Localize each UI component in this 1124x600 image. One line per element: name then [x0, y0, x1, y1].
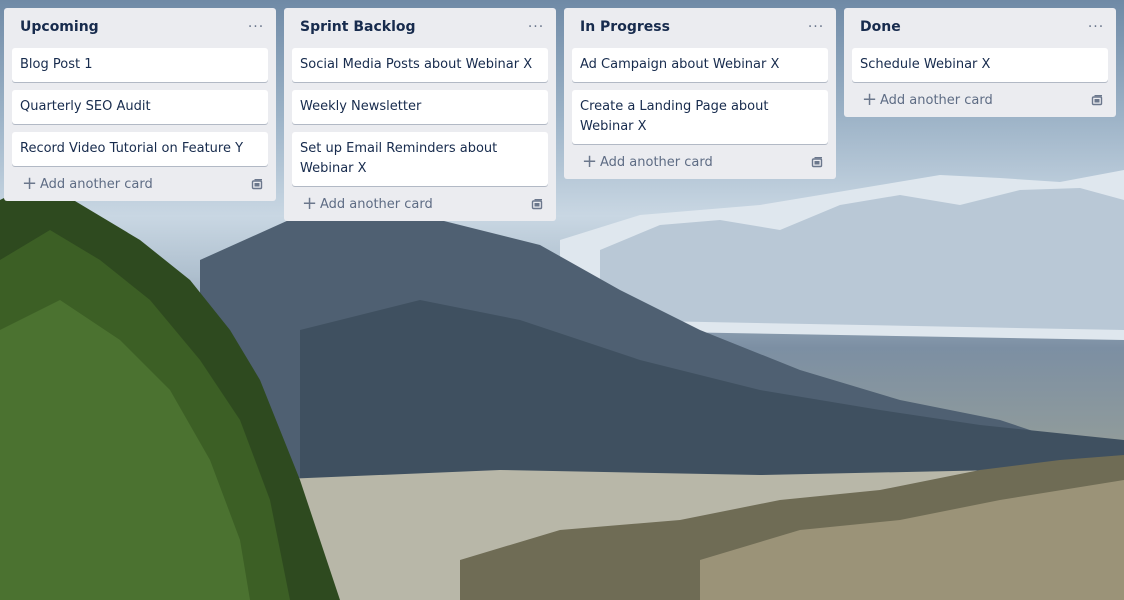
list-title[interactable]: Upcoming — [20, 19, 99, 35]
add-card-label: Add another card — [600, 154, 713, 170]
add-card-row: + Add another card — [4, 171, 276, 197]
list-header: Sprint Backlog ··· — [284, 8, 556, 46]
more-horizontal-icon[interactable]: ··· — [806, 19, 826, 35]
add-card-button[interactable]: + Add another card — [862, 91, 993, 109]
plus-icon: + — [302, 193, 318, 214]
board-lists: Upcoming ··· Blog Post 1 Quarterly SEO A… — [4, 8, 1116, 221]
add-card-button[interactable]: + Add another card — [302, 195, 433, 213]
add-card-label: Add another card — [880, 92, 993, 108]
card[interactable]: Ad Campaign about Webinar X — [572, 48, 828, 82]
card-template-icon[interactable] — [1090, 93, 1104, 107]
card-list: Social Media Posts about Webinar X Weekl… — [284, 46, 556, 186]
list-sprint-backlog: Sprint Backlog ··· Social Media Posts ab… — [284, 8, 556, 221]
add-card-row: + Add another card — [844, 87, 1116, 113]
card-list: Schedule Webinar X — [844, 46, 1116, 82]
card[interactable]: Weekly Newsletter — [292, 90, 548, 124]
list-title[interactable]: In Progress — [580, 19, 670, 35]
card-list: Blog Post 1 Quarterly SEO Audit Record V… — [4, 46, 276, 166]
card[interactable]: Record Video Tutorial on Feature Y — [12, 132, 268, 166]
card[interactable]: Schedule Webinar X — [852, 48, 1108, 82]
plus-icon: + — [862, 89, 878, 110]
list-header: Done ··· — [844, 8, 1116, 46]
list-header: Upcoming ··· — [4, 8, 276, 46]
add-card-label: Add another card — [40, 176, 153, 192]
board: Upcoming ··· Blog Post 1 Quarterly SEO A… — [0, 0, 1124, 600]
card[interactable]: Quarterly SEO Audit — [12, 90, 268, 124]
card-list: Ad Campaign about Webinar X Create a Lan… — [564, 46, 836, 144]
list-done: Done ··· Schedule Webinar X + Add anothe… — [844, 8, 1116, 117]
card-template-icon[interactable] — [250, 177, 264, 191]
add-card-row: + Add another card — [284, 191, 556, 217]
list-upcoming: Upcoming ··· Blog Post 1 Quarterly SEO A… — [4, 8, 276, 201]
card-template-icon[interactable] — [810, 155, 824, 169]
card-template-icon[interactable] — [530, 197, 544, 211]
add-card-row: + Add another card — [564, 149, 836, 175]
card[interactable]: Create a Landing Page about Webinar X — [572, 90, 828, 144]
more-horizontal-icon[interactable]: ··· — [246, 19, 266, 35]
add-card-label: Add another card — [320, 196, 433, 212]
plus-icon: + — [582, 151, 598, 172]
add-card-button[interactable]: + Add another card — [582, 153, 713, 171]
more-horizontal-icon[interactable]: ··· — [526, 19, 546, 35]
card[interactable]: Social Media Posts about Webinar X — [292, 48, 548, 82]
list-title[interactable]: Done — [860, 19, 901, 35]
plus-icon: + — [22, 173, 38, 194]
more-horizontal-icon[interactable]: ··· — [1086, 19, 1106, 35]
card[interactable]: Blog Post 1 — [12, 48, 268, 82]
list-in-progress: In Progress ··· Ad Campaign about Webina… — [564, 8, 836, 179]
add-card-button[interactable]: + Add another card — [22, 175, 153, 193]
list-header: In Progress ··· — [564, 8, 836, 46]
card[interactable]: Set up Email Reminders about Webinar X — [292, 132, 548, 186]
list-title[interactable]: Sprint Backlog — [300, 19, 416, 35]
